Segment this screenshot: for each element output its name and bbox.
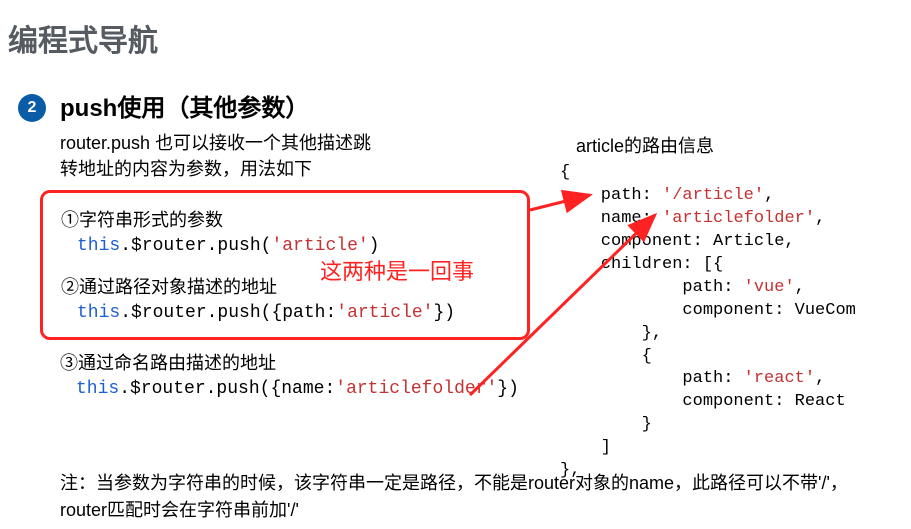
code-line: }, <box>560 324 662 343</box>
intro-line1: router.push 也可以接收一个其他描述跳 <box>60 133 371 153</box>
code-token: .$router.push( <box>120 236 271 256</box>
section-title: push使用（其他参数） <box>60 88 309 123</box>
code-token: .$router.push({path: <box>120 303 336 323</box>
code-line: { <box>560 163 570 182</box>
example-1: ①字符串形式的参数 this.$router.push('article') <box>61 207 513 256</box>
code-line: name: 'articlefolder', <box>560 209 825 228</box>
example-1-label: ①字符串形式的参数 <box>61 207 513 234</box>
code-line: path: 'react', <box>560 369 825 388</box>
page-title: 编程式导航 <box>8 16 158 60</box>
footnote: 注：当参数为字符串的时候，该字符串一定是路径，不能是router对象的name，… <box>60 470 880 524</box>
bullet-number-icon: 2 <box>18 94 46 122</box>
code-token: this <box>77 303 120 323</box>
code-line: component: VueCom <box>560 301 856 320</box>
code-token: this <box>77 236 120 256</box>
code-line: component: React <box>560 392 846 411</box>
example-3-code: this.$router.push({name:'articlefolder'}… <box>76 379 520 399</box>
right-code-block: { path: '/article', name: 'articlefolder… <box>560 162 856 483</box>
code-token: 'article' <box>271 236 368 256</box>
code-line: path: 'vue', <box>560 278 805 297</box>
code-token: 'article' <box>336 303 433 323</box>
code-line: { <box>560 347 652 366</box>
code-token: 'articlefolder' <box>335 379 497 399</box>
code-line: children: [{ <box>560 255 723 274</box>
example-2-code: this.$router.push({path:'article'}) <box>77 303 513 323</box>
code-line: component: Article, <box>560 232 795 251</box>
code-token: }) <box>433 303 455 323</box>
code-token: this <box>76 379 119 399</box>
intro-line2: 转地址的内容为参数，用法如下 <box>60 159 312 179</box>
code-line: } <box>560 415 652 434</box>
example-3-label: ③通过命名路由描述的地址 <box>60 350 520 377</box>
example-1-code: this.$router.push('article') <box>77 236 513 256</box>
code-token: .$router.push({name: <box>119 379 335 399</box>
code-token: ) <box>369 236 380 256</box>
right-block-title: article的路由信息 <box>576 132 714 158</box>
example-3: ③通过命名路由描述的地址 this.$router.push({name:'ar… <box>60 350 520 399</box>
red-annotation: 这两种是一回事 <box>320 254 474 286</box>
code-line: path: '/article', <box>560 186 774 205</box>
examples-block: ①字符串形式的参数 this.$router.push('article') ②… <box>40 190 520 399</box>
intro-text: router.push 也可以接收一个其他描述跳 转地址的内容为参数，用法如下 <box>60 130 420 182</box>
code-line: ] <box>560 438 611 457</box>
code-token: }) <box>497 379 519 399</box>
